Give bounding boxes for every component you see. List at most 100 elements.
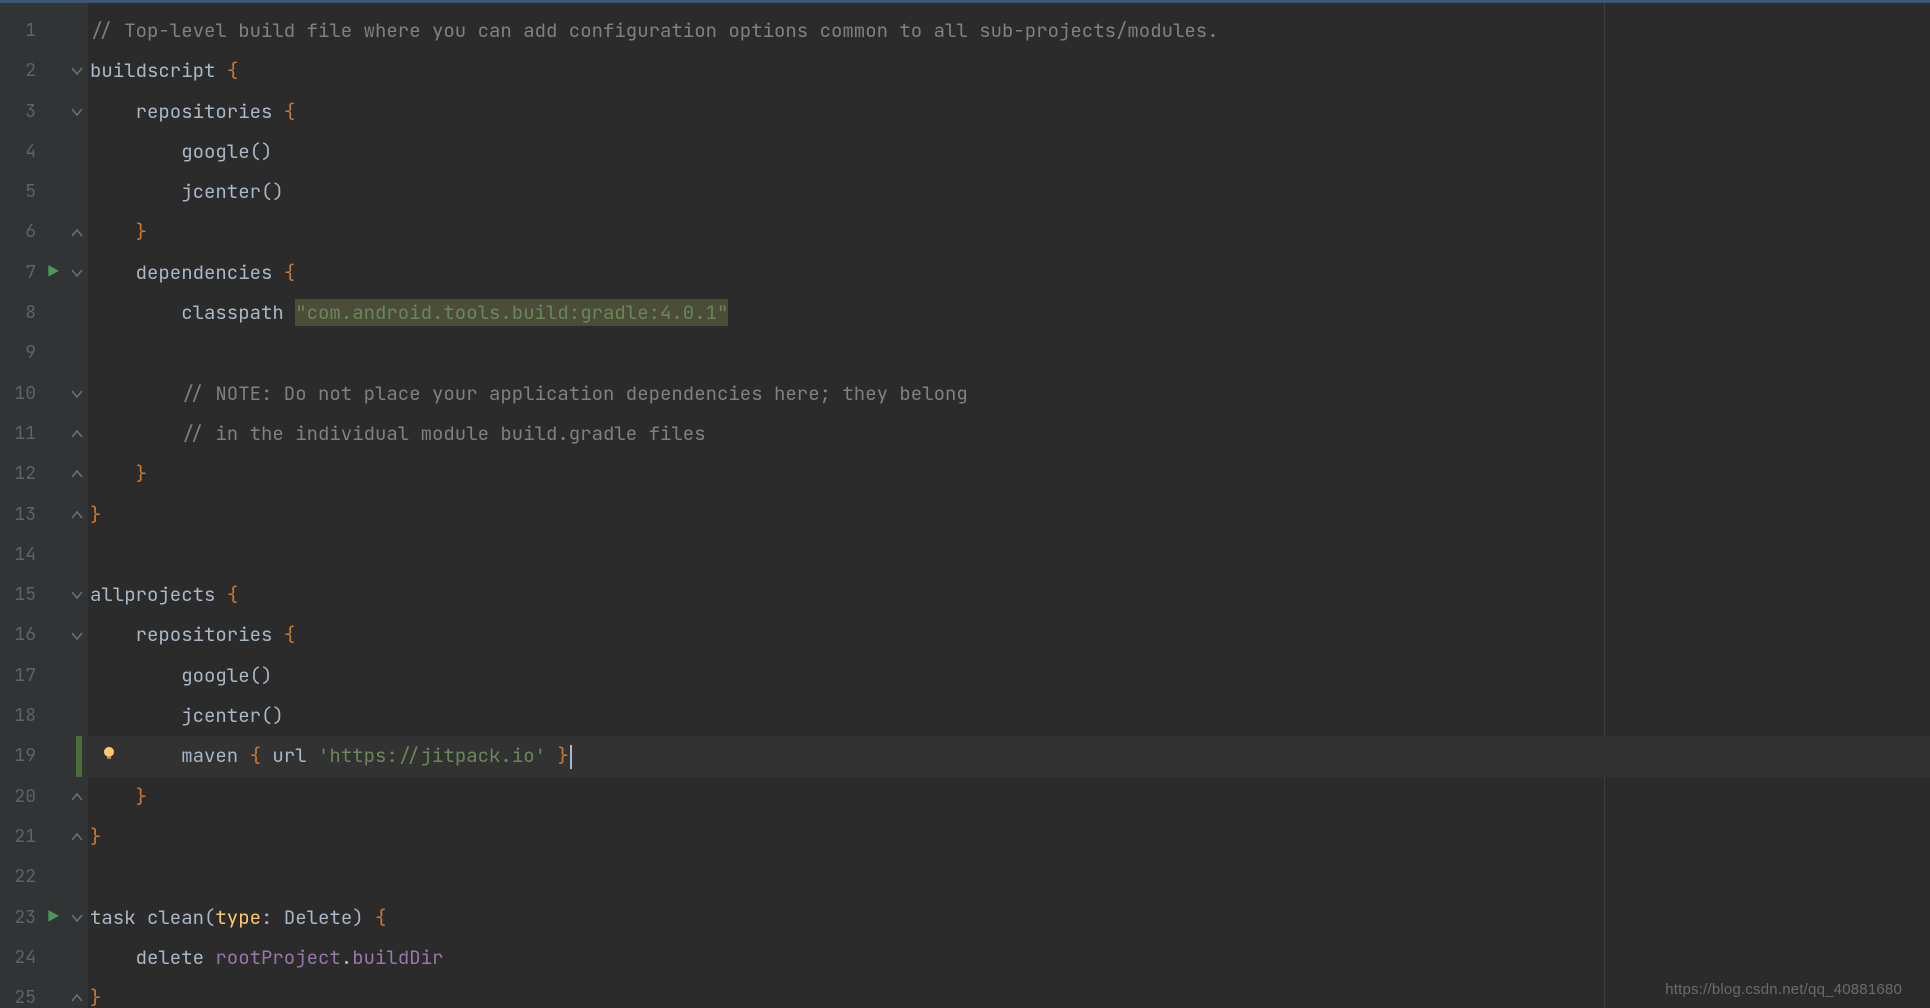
code-line[interactable]: task clean(type: Delete) { bbox=[88, 898, 1930, 938]
fold-expand-icon[interactable] bbox=[70, 790, 84, 804]
line-number[interactable]: 20 bbox=[0, 777, 88, 817]
line-number[interactable]: 24 bbox=[0, 938, 88, 978]
fold-collapse-icon[interactable] bbox=[70, 105, 84, 119]
code-token: // NOTE: Do not place your application d… bbox=[181, 381, 968, 406]
code-line[interactable]: buildscript { bbox=[88, 51, 1930, 91]
code-line[interactable]: classpath "com.android.tools.build:gradl… bbox=[88, 293, 1930, 333]
code-line[interactable]: dependencies { bbox=[88, 253, 1930, 293]
code-token: type bbox=[215, 905, 261, 930]
code-token: url bbox=[261, 743, 318, 768]
code-token: google() bbox=[90, 139, 272, 164]
code-line[interactable]: } bbox=[88, 978, 1930, 1008]
fold-collapse-icon[interactable] bbox=[70, 629, 84, 643]
code-token: dependencies bbox=[90, 260, 284, 285]
run-gutter-icon[interactable] bbox=[46, 253, 60, 293]
intention-bulb-icon[interactable] bbox=[86, 736, 132, 776]
line-number[interactable]: 2 bbox=[0, 51, 88, 91]
line-number[interactable]: 22 bbox=[0, 857, 88, 897]
code-token: // Top-level build file where you can ad… bbox=[90, 18, 1219, 43]
code-line[interactable]: maven { url 'https://jitpack.io' } bbox=[88, 736, 1930, 776]
code-token: { bbox=[250, 743, 261, 768]
editor: 1234567891011121314151617181920212223242… bbox=[0, 3, 1930, 1008]
code-token: { bbox=[284, 99, 295, 124]
code-token: repositories bbox=[90, 99, 284, 124]
code-token: { bbox=[227, 582, 238, 607]
code-line[interactable]: delete rootProject.buildDir bbox=[88, 938, 1930, 978]
code-token bbox=[90, 421, 181, 446]
code-line[interactable]: google() bbox=[88, 656, 1930, 696]
code-token: allprojects bbox=[90, 582, 227, 607]
fold-collapse-icon[interactable] bbox=[70, 64, 84, 78]
code-line[interactable]: } bbox=[88, 817, 1930, 857]
code-token: } bbox=[90, 985, 101, 1008]
fold-expand-icon[interactable] bbox=[70, 991, 84, 1005]
fold-expand-icon[interactable] bbox=[70, 467, 84, 481]
fold-expand-icon[interactable] bbox=[70, 427, 84, 441]
line-number[interactable]: 11 bbox=[0, 414, 88, 454]
code-area[interactable]: // Top-level build file where you can ad… bbox=[88, 3, 1930, 1008]
code-token: delete bbox=[90, 945, 215, 970]
code-line[interactable]: allprojects { bbox=[88, 575, 1930, 615]
code-token: rootProject bbox=[215, 945, 340, 970]
code-token: jcenter() bbox=[90, 179, 284, 204]
code-line[interactable] bbox=[88, 535, 1930, 575]
line-number[interactable]: 7 bbox=[0, 253, 88, 293]
line-number[interactable]: 12 bbox=[0, 454, 88, 494]
code-token: } bbox=[136, 461, 147, 486]
line-number[interactable]: 18 bbox=[0, 696, 88, 736]
fold-collapse-icon[interactable] bbox=[70, 266, 84, 280]
line-number[interactable]: 17 bbox=[0, 656, 88, 696]
code-line[interactable]: repositories { bbox=[88, 615, 1930, 655]
code-token bbox=[90, 784, 136, 809]
line-number[interactable]: 23 bbox=[0, 898, 88, 938]
code-token bbox=[90, 381, 181, 406]
code-line[interactable] bbox=[88, 333, 1930, 373]
fold-collapse-icon[interactable] bbox=[70, 387, 84, 401]
fold-collapse-icon[interactable] bbox=[70, 588, 84, 602]
code-token: task clean( bbox=[90, 905, 215, 930]
code-line[interactable]: } bbox=[88, 777, 1930, 817]
code-token: { bbox=[375, 905, 386, 930]
text-caret bbox=[570, 745, 572, 769]
run-gutter-icon[interactable] bbox=[46, 898, 60, 938]
line-number[interactable]: 4 bbox=[0, 132, 88, 172]
code-line[interactable]: jcenter() bbox=[88, 696, 1930, 736]
code-line[interactable] bbox=[88, 857, 1930, 897]
code-line[interactable]: } bbox=[88, 212, 1930, 252]
line-number[interactable]: 8 bbox=[0, 293, 88, 333]
line-number[interactable]: 19 bbox=[0, 736, 88, 776]
line-number[interactable]: 3 bbox=[0, 92, 88, 132]
code-token bbox=[546, 743, 557, 768]
line-number[interactable]: 14 bbox=[0, 535, 88, 575]
line-number[interactable]: 1 bbox=[0, 11, 88, 51]
line-number[interactable]: 10 bbox=[0, 374, 88, 414]
code-line[interactable]: // in the individual module build.gradle… bbox=[88, 414, 1930, 454]
line-number[interactable]: 21 bbox=[0, 817, 88, 857]
line-number[interactable]: 5 bbox=[0, 172, 88, 212]
code-line[interactable]: repositories { bbox=[88, 92, 1930, 132]
line-number[interactable]: 15 bbox=[0, 575, 88, 615]
code-line[interactable]: } bbox=[88, 495, 1930, 535]
code-line[interactable]: jcenter() bbox=[88, 172, 1930, 212]
fold-collapse-icon[interactable] bbox=[70, 911, 84, 925]
fold-expand-icon[interactable] bbox=[70, 226, 84, 240]
line-number-gutter[interactable]: 1234567891011121314151617181920212223242… bbox=[0, 3, 88, 1008]
fold-expand-icon[interactable] bbox=[70, 508, 84, 522]
fold-expand-icon[interactable] bbox=[70, 830, 84, 844]
code-token: } bbox=[136, 784, 147, 809]
code-line[interactable]: // NOTE: Do not place your application d… bbox=[88, 374, 1930, 414]
line-number[interactable]: 16 bbox=[0, 615, 88, 655]
line-number[interactable]: 9 bbox=[0, 333, 88, 373]
code-token: // in the individual module build.gradle… bbox=[181, 421, 705, 446]
line-number[interactable]: 13 bbox=[0, 495, 88, 535]
line-number[interactable]: 25 bbox=[0, 978, 88, 1008]
line-number[interactable]: 6 bbox=[0, 212, 88, 252]
code-token: . bbox=[341, 945, 352, 970]
code-token: { bbox=[284, 260, 295, 285]
code-line[interactable]: } bbox=[88, 454, 1930, 494]
code-line[interactable]: google() bbox=[88, 132, 1930, 172]
vcs-change-marker bbox=[76, 736, 82, 776]
code-token: } bbox=[136, 219, 147, 244]
code-line[interactable]: // Top-level build file where you can ad… bbox=[88, 11, 1930, 51]
code-token: } bbox=[90, 502, 101, 527]
